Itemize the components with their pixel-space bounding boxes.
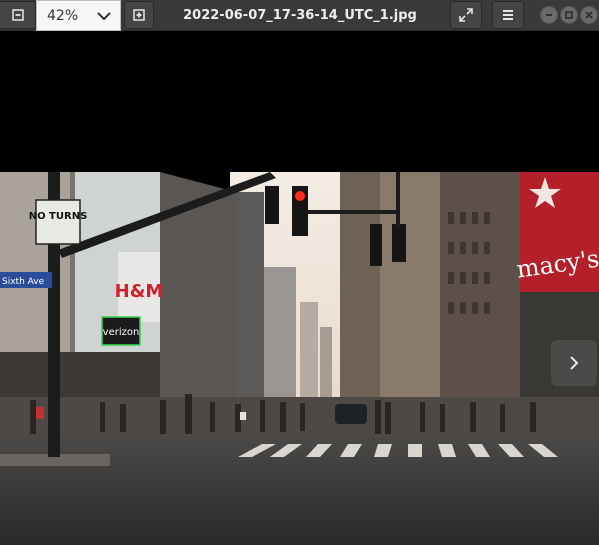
next-image-button[interactable] — [551, 340, 597, 386]
verizon-sign: verizon — [103, 327, 140, 338]
no-turns-sign: NO TURNS — [29, 211, 88, 222]
plus-icon — [133, 9, 145, 21]
window-title: 2022-06-07_17-36-14_UTC_1.jpg — [183, 8, 417, 23]
hamburger-menu-icon — [503, 10, 513, 20]
hm-sign: H&M — [115, 281, 164, 302]
fullscreen-icon — [459, 8, 473, 22]
street-sign: Sixth Ave — [2, 277, 45, 287]
maximize-button[interactable] — [560, 6, 578, 24]
zoom-level-dropdown[interactable]: 42% — [36, 0, 121, 31]
minus-icon — [11, 9, 24, 21]
maximize-icon — [565, 11, 573, 19]
chevron-right-icon — [570, 356, 579, 370]
street-photo: H&M verizon macy's NO TURNS Sixth Ave — [0, 172, 599, 545]
zoom-level-value: 42% — [47, 7, 79, 24]
zoom-out-button[interactable] — [0, 1, 36, 29]
close-button[interactable] — [580, 6, 598, 24]
fullscreen-button[interactable] — [450, 1, 482, 29]
header-bar: 42% 2022-06-07_17-36-14_UTC_1.jpg — [0, 0, 599, 31]
minimize-icon — [546, 14, 552, 16]
main-menu-button[interactable] — [492, 1, 524, 29]
chevron-down-icon — [97, 12, 111, 21]
zoom-in-button[interactable] — [124, 1, 154, 29]
close-icon — [585, 11, 593, 19]
minimize-button[interactable] — [540, 6, 558, 24]
